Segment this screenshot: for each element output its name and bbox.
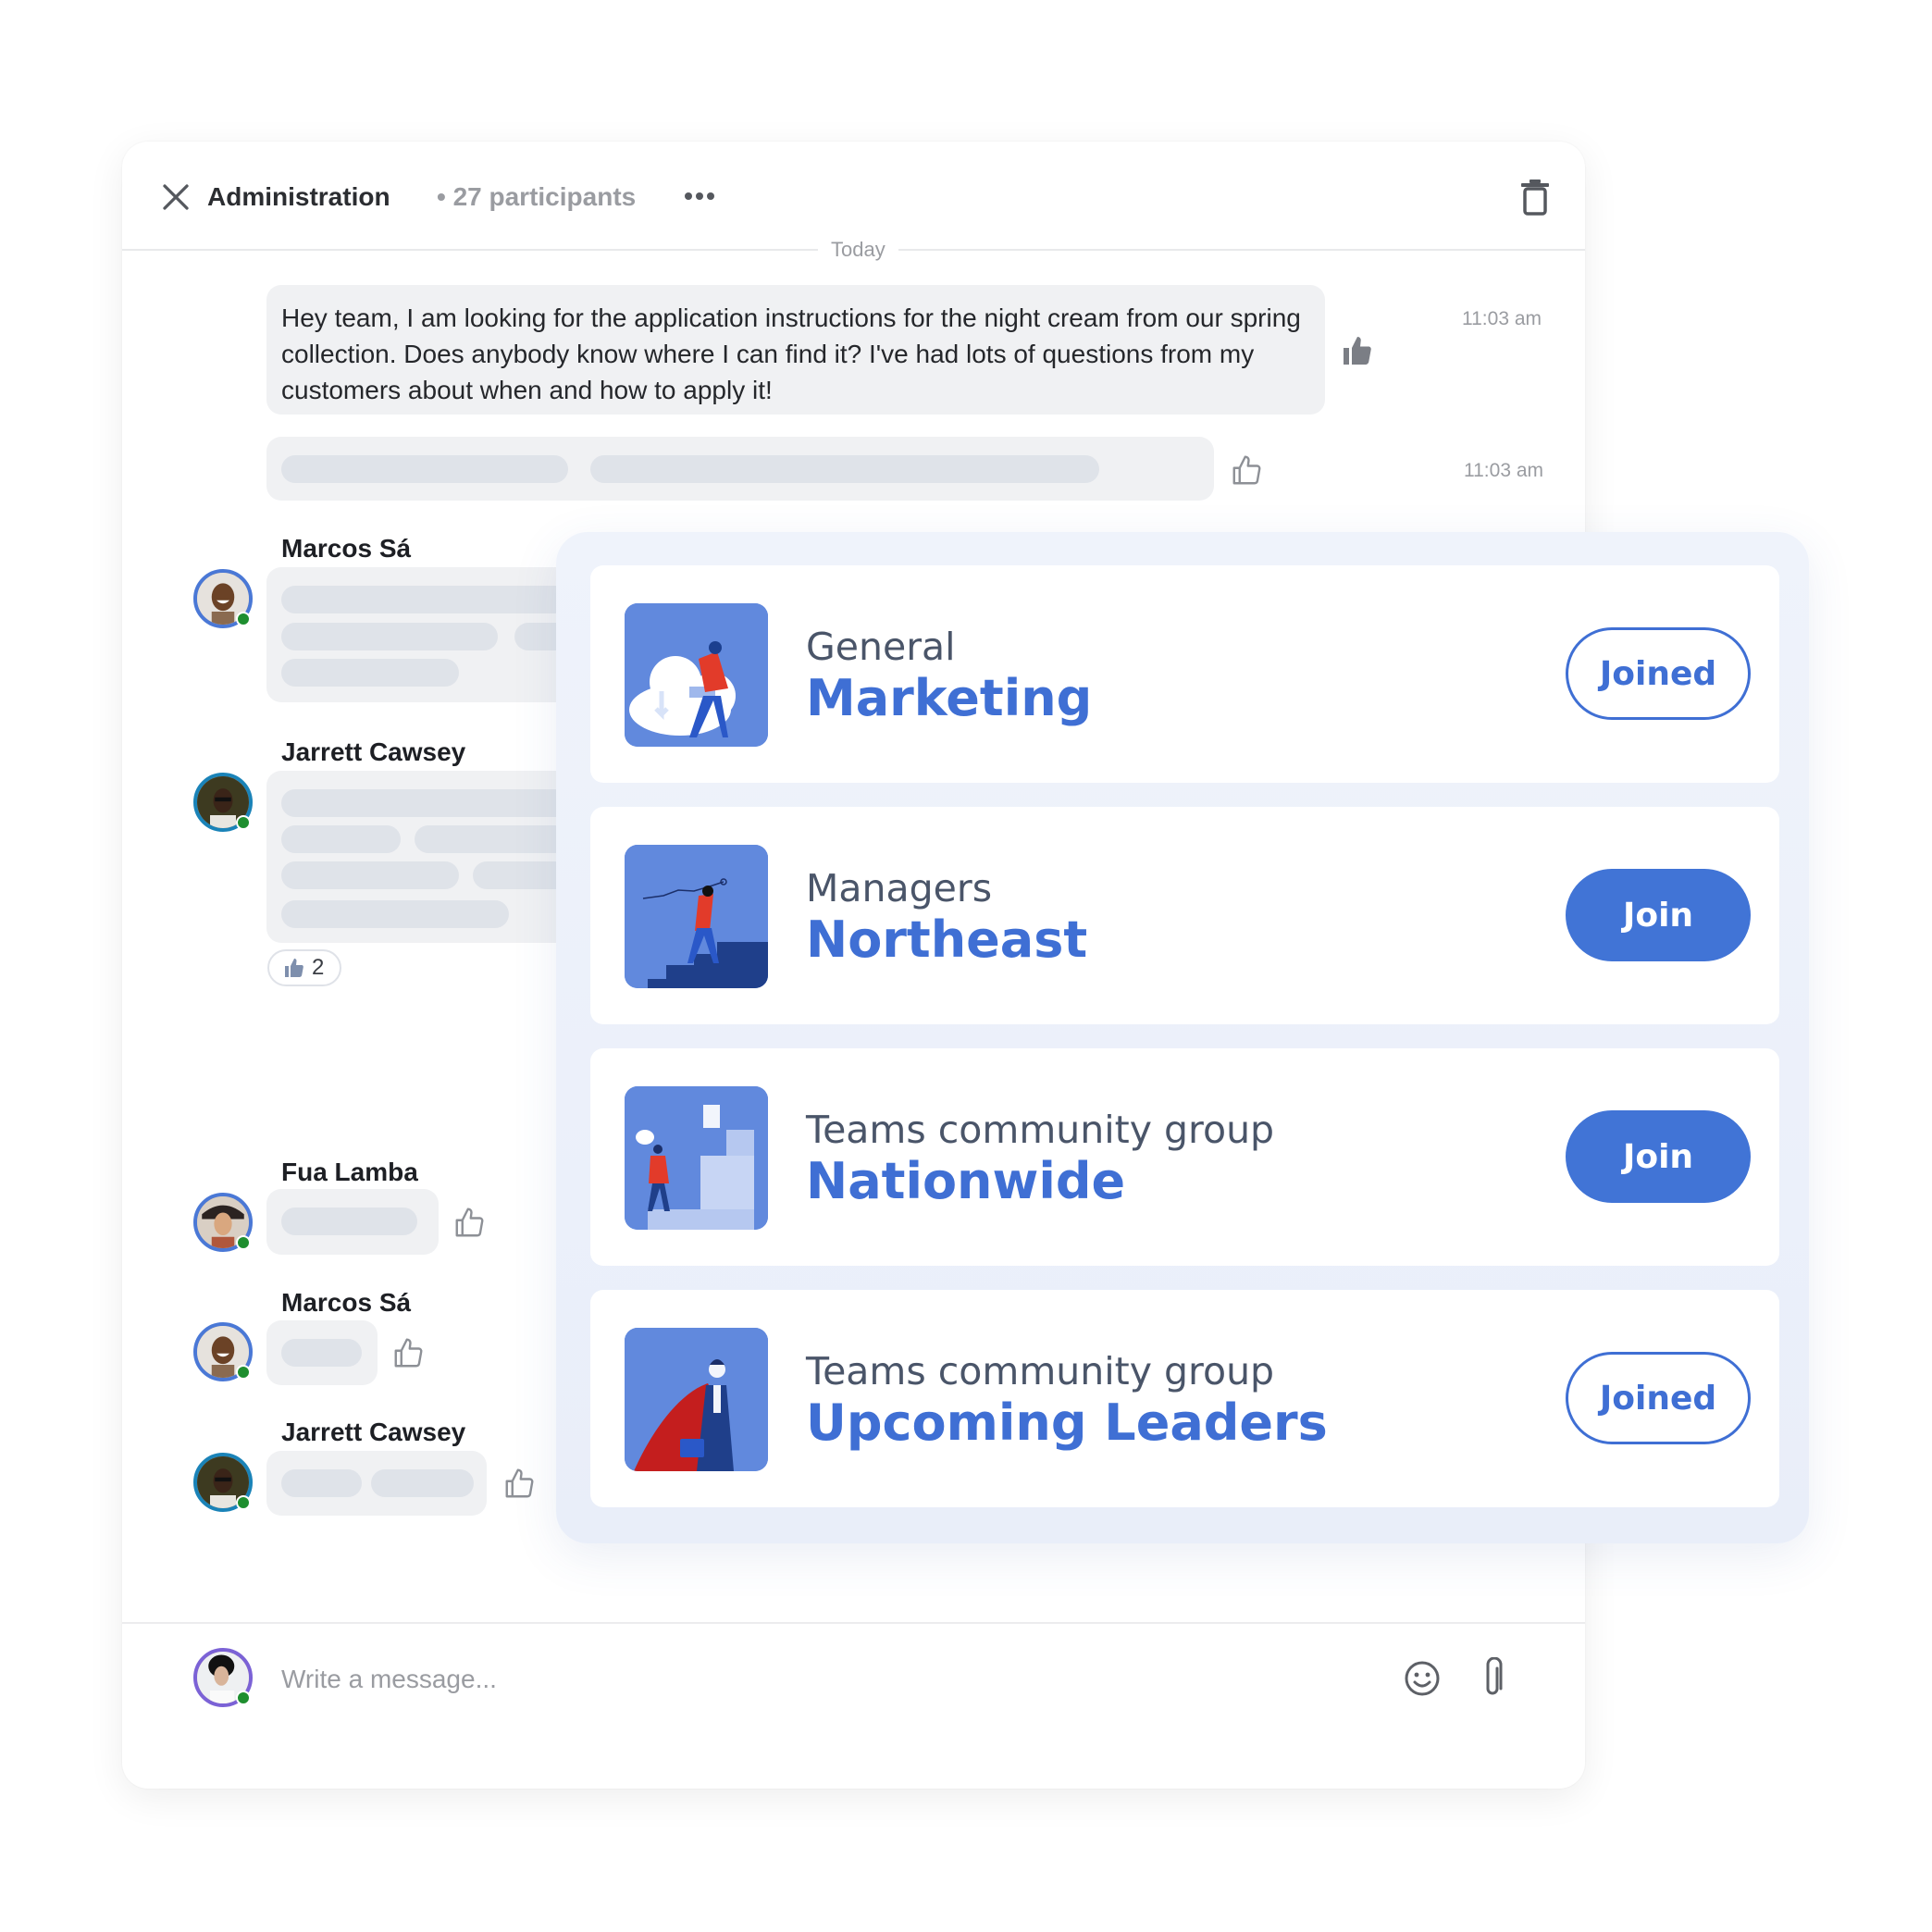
group-name: Nationwide [806,1152,1126,1210]
group-illustration-leader [625,1328,768,1471]
more-options-icon[interactable] [681,182,718,210]
group-category: Teams community group [806,1349,1275,1393]
online-status-icon [236,1690,251,1705]
skeleton-line [281,455,568,483]
close-icon[interactable] [159,180,192,214]
group-name: Northeast [806,910,1088,969]
thumbs-up-icon [285,959,303,977]
participant-count[interactable]: • 27 participants [437,180,636,214]
group-category: Managers [806,866,993,910]
group-name: Upcoming Leaders [806,1393,1328,1452]
online-status-icon [236,612,251,626]
group-card[interactable]: Teams community group Nationwide Join [590,1048,1779,1266]
thumbs-up-icon[interactable] [1231,453,1264,487]
sender-name: Fua Lamba [281,1158,418,1186]
group-card[interactable]: General Marketing Joined [590,565,1779,783]
group-card[interactable]: Managers Northeast Join [590,807,1779,1024]
message-bubble [266,1189,439,1255]
skeleton-line [281,623,498,650]
attachment-icon[interactable] [1479,1657,1506,1700]
join-button[interactable]: Join [1566,1110,1751,1203]
skeleton-line [281,1339,362,1367]
reaction-count: 2 [312,955,325,980]
group-illustration-cloud [625,603,768,747]
skeleton-line [281,825,401,853]
skeleton-line [281,1208,417,1235]
online-status-icon [236,1235,251,1250]
skeleton-line [281,861,459,889]
message-time: 11:03 am [1464,460,1543,481]
group-card[interactable]: Teams community group Upcoming Leaders J… [590,1290,1779,1507]
message-input[interactable] [281,1659,1392,1700]
group-name: Marketing [806,669,1093,727]
date-label: Today [818,236,898,264]
groups-panel: General Marketing Joined Managers Northe… [556,532,1809,1543]
thumbs-up-icon[interactable] [392,1336,426,1369]
join-button[interactable]: Join [1566,869,1751,961]
message-bubble: Hey team, I am looking for the applicati… [266,285,1325,415]
online-status-icon [236,1495,251,1510]
sender-name: Marcos Sá [281,534,412,563]
sender-name: Jarrett Cawsey [281,1418,466,1446]
joined-button[interactable]: Joined [1566,627,1751,720]
skeleton-line [590,455,1099,483]
group-illustration-stairs [625,845,768,988]
skeleton-line [281,659,459,687]
trash-icon[interactable] [1519,179,1551,216]
skeleton-line [281,900,509,928]
group-illustration-puzzle [625,1086,768,1230]
joined-button[interactable]: Joined [1566,1352,1751,1444]
skeleton-line [371,1469,474,1497]
thumbs-up-icon[interactable] [503,1467,537,1500]
message-time: 11:03 am [1462,308,1542,329]
reaction-badge[interactable]: 2 [267,949,341,986]
message-bubble [266,437,1214,501]
message-bubble [266,1320,378,1385]
online-status-icon [236,1365,251,1380]
skeleton-line [281,1469,362,1497]
message-bubble [266,1451,487,1516]
group-category: Teams community group [806,1108,1275,1152]
sender-name: Jarrett Cawsey [281,737,466,766]
footer-divider [122,1622,1585,1624]
online-status-icon [236,815,251,830]
thumbs-up-filled-icon[interactable] [1341,334,1374,367]
thumbs-up-icon[interactable] [453,1206,487,1239]
sender-name: Marcos Sá [281,1288,412,1317]
chat-title: Administration [207,182,390,211]
emoji-icon[interactable] [1404,1660,1441,1697]
group-category: General [806,625,956,669]
